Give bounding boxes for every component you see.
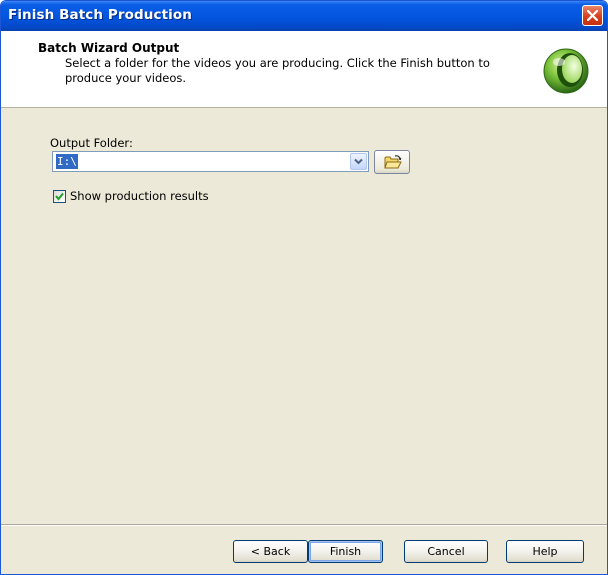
close-button[interactable] <box>582 5 603 26</box>
footer-divider <box>1 524 607 526</box>
green-orb-logo-icon <box>543 48 589 94</box>
window-title: Finish Batch Production <box>8 7 192 23</box>
dropdown-button[interactable] <box>350 153 367 170</box>
finish-button[interactable]: Finish <box>308 540 383 563</box>
cancel-button[interactable]: Cancel <box>404 540 488 563</box>
dialog-window: Finish Batch Production Batch Wizard Out… <box>0 0 608 575</box>
show-results-label[interactable]: Show production results <box>70 189 209 203</box>
back-button[interactable]: < Back <box>233 540 308 563</box>
output-folder-label: Output Folder: <box>50 136 133 150</box>
header-title: Batch Wizard Output <box>38 41 180 55</box>
open-folder-icon <box>384 155 402 169</box>
browse-folder-button[interactable] <box>374 150 410 174</box>
output-folder-value[interactable]: I:\ <box>56 154 78 169</box>
output-folder-combobox[interactable]: I:\ <box>52 151 369 172</box>
checkmark-icon <box>55 192 64 201</box>
help-button[interactable]: Help <box>506 540 584 563</box>
header-description: Select a folder for the videos you are p… <box>65 56 490 85</box>
close-icon <box>587 10 598 21</box>
wizard-header: Batch Wizard Output Select a folder for … <box>1 31 607 108</box>
chevron-down-icon <box>354 158 363 165</box>
show-results-checkbox[interactable] <box>53 190 66 203</box>
title-bar[interactable]: Finish Batch Production <box>1 1 607 31</box>
